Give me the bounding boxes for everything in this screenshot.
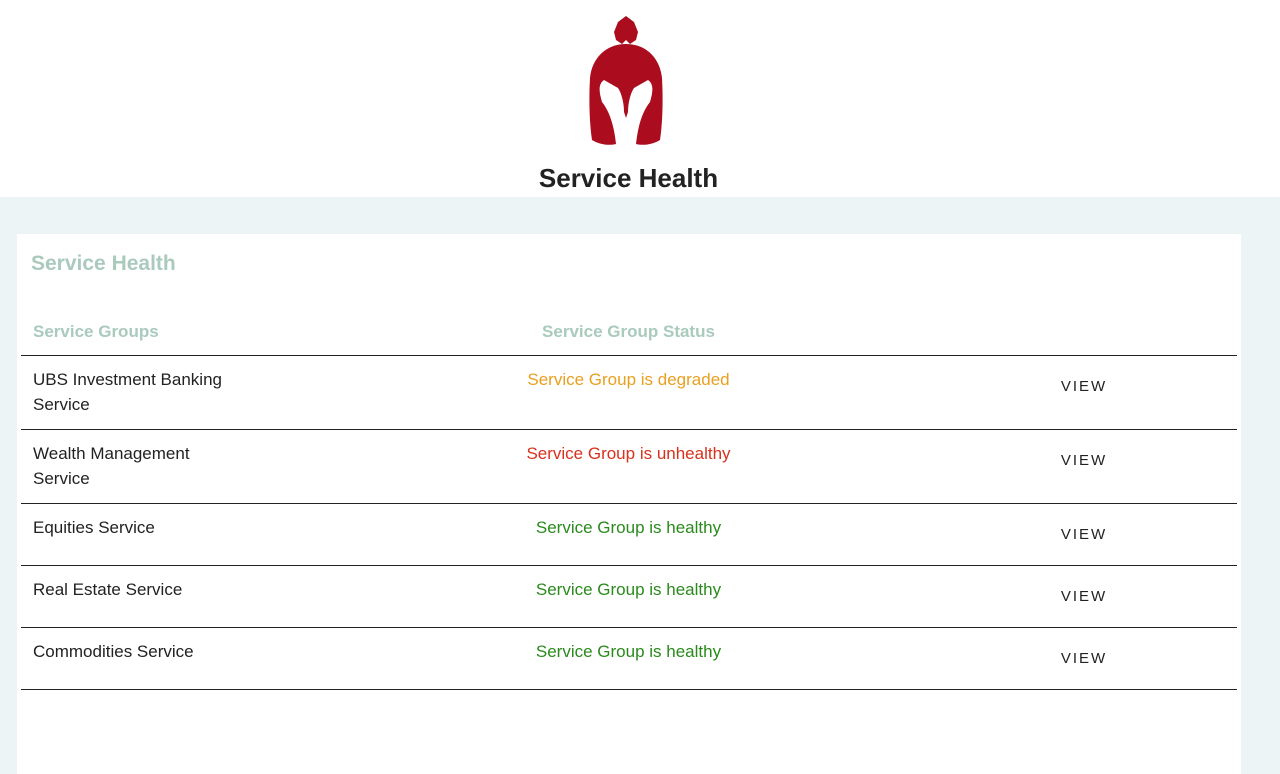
service-groups-table: Service Groups Service Group Status UBS … bbox=[21, 318, 1237, 690]
page-header: Service Health bbox=[0, 0, 1280, 197]
view-button[interactable]: VIEW bbox=[1051, 646, 1117, 672]
service-health-card: Service Health Service Groups Service Gr… bbox=[17, 234, 1241, 774]
card-title: Service Health bbox=[31, 252, 176, 275]
table-header: Service Groups Service Group Status bbox=[21, 318, 1237, 356]
table-row: Commodities Service Service Group is hea… bbox=[21, 628, 1237, 690]
table-row: Wealth Management Service Service Group … bbox=[21, 430, 1237, 504]
view-button[interactable]: VIEW bbox=[1051, 522, 1117, 548]
spartan-helmet-icon bbox=[589, 16, 663, 145]
page-title: Service Health bbox=[538, 163, 719, 193]
table-row: Real Estate Service Service Group is hea… bbox=[21, 566, 1237, 628]
table-row: UBS Investment Banking Service Service G… bbox=[21, 356, 1237, 430]
column-header-status: Service Group Status bbox=[542, 322, 715, 341]
view-button[interactable]: VIEW bbox=[1051, 448, 1117, 474]
table-row: Equities Service Service Group is health… bbox=[21, 504, 1237, 566]
view-button[interactable]: VIEW bbox=[1051, 374, 1117, 400]
view-button[interactable]: VIEW bbox=[1051, 584, 1117, 610]
